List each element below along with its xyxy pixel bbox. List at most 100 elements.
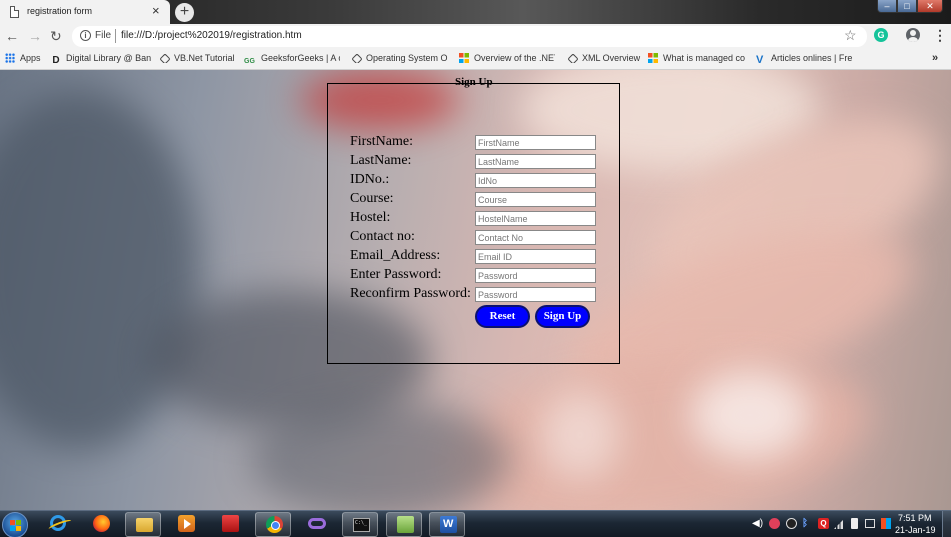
bookmarks-overflow-chevron-icon[interactable]: » (932, 52, 938, 64)
url-input[interactable] (121, 30, 481, 41)
apps-grid-icon (5, 53, 15, 63)
visual-studio-icon (308, 518, 326, 529)
reload-button[interactable]: ↻ (50, 28, 62, 44)
background-image-shape (250, 400, 510, 510)
bookmark-articles-online[interactable]: V Articles onlines | Free (756, 53, 852, 65)
taskbar-media-player[interactable] (168, 512, 204, 537)
bookmark-xml-overview[interactable]: XML Overview (568, 53, 644, 63)
idno-input[interactable] (475, 173, 596, 188)
menu-kebab-icon[interactable]: ⋮ (933, 27, 947, 43)
lastname-input[interactable] (475, 154, 596, 169)
command-prompt-icon (353, 518, 370, 532)
bookmark-star-icon[interactable]: ☆ (844, 27, 857, 44)
tray-q-icon[interactable]: Q (818, 518, 829, 529)
taskbar-command-prompt[interactable] (342, 512, 378, 537)
v-logo-icon: V (756, 54, 764, 66)
background-image-shape (540, 390, 620, 480)
browser-tab[interactable]: registration form × (0, 0, 170, 24)
hostel-label: Hostel: (350, 210, 391, 225)
show-desktop-button[interactable] (942, 511, 951, 537)
bookmark-operating-system[interactable]: Operating System O (352, 53, 452, 63)
clock-time[interactable]: 7:51 PM (898, 513, 932, 523)
windows-taskbar: ◀) ᛒ Q 7:51 PM 21-Jan-19 (0, 510, 951, 537)
taskbar-firefox[interactable] (83, 512, 119, 537)
lastname-label: LastName: (350, 153, 412, 168)
taskbar-file-explorer[interactable] (125, 512, 161, 537)
new-tab-button[interactable]: + (175, 3, 194, 22)
tab-close-icon[interactable]: × (152, 3, 160, 19)
grammarly-extension-icon[interactable]: G (874, 28, 888, 42)
signup-button[interactable]: Sign Up (535, 305, 590, 328)
windows-logo-icon (10, 520, 21, 531)
address-separator (115, 29, 116, 43)
address-bar[interactable]: i File ☆ (72, 26, 867, 47)
firstname-label: FirstName: (350, 134, 413, 149)
os-diamond-icon (352, 53, 363, 63)
bookmark-dotnet-overview[interactable]: Overview of the .NET (459, 53, 555, 63)
internet-explorer-icon (50, 515, 66, 531)
bookmarks-bar: Apps D Digital Library @ Ban VB.Net Tutor… (0, 49, 951, 70)
email-label: Email_Address: (350, 248, 441, 263)
course-label: Course: (350, 191, 394, 206)
xml-diamond-icon (568, 53, 579, 63)
contact-label: Contact no: (350, 229, 415, 244)
clock-date[interactable]: 21-Jan-19 (895, 525, 936, 535)
tray-app-icon[interactable] (769, 518, 780, 529)
window-minimize-button[interactable]: – (877, 0, 897, 13)
reconfirm-password-input[interactable] (475, 287, 596, 302)
action-center-flag-icon[interactable] (881, 518, 891, 529)
taskbar-notepad[interactable] (386, 512, 422, 537)
bookmark-geeksforgeeks[interactable]: GG GeeksforGeeks | A co (244, 53, 340, 65)
d-logo-icon: D (52, 55, 60, 66)
scheme-label: File (95, 30, 112, 41)
firefox-icon (93, 515, 110, 532)
browser-toolbar: ← → ↻ i File ☆ G ⋮ (0, 24, 951, 49)
password-label: Enter Password: (350, 267, 442, 282)
start-button[interactable] (2, 512, 28, 537)
bookmark-vb-net[interactable]: VB.Net Tutorial (160, 53, 238, 63)
document-icon (10, 6, 19, 18)
chrome-icon (266, 516, 283, 533)
page-viewport: Sign Up FirstName: LastName: IDNo.: Cour… (0, 70, 951, 510)
signal-strength-icon[interactable] (834, 518, 845, 529)
taskbar-app[interactable] (212, 512, 248, 537)
idno-label: IDNo.: (350, 172, 390, 187)
taskbar-chrome[interactable] (255, 512, 291, 537)
windows-logo-icon (459, 53, 469, 63)
taskbar-visual-studio[interactable] (298, 512, 334, 537)
email-input[interactable] (475, 249, 596, 264)
speaker-icon[interactable]: ◀) (752, 518, 763, 529)
folder-icon (136, 518, 153, 532)
notepad-icon (397, 516, 414, 533)
tab-strip: registration form × + – □ ✕ (0, 0, 951, 24)
battery-icon[interactable] (851, 518, 858, 529)
signup-fieldset: Sign Up FirstName: LastName: IDNo.: Cour… (327, 76, 620, 364)
network-icon[interactable] (865, 519, 875, 528)
background-image-shape (690, 370, 810, 460)
word-icon (440, 516, 457, 533)
password-input[interactable] (475, 268, 596, 283)
bookmark-digital-library[interactable]: D Digital Library @ Ban (51, 53, 151, 66)
windows-logo-icon (648, 53, 658, 63)
tab-title: registration form (27, 6, 93, 16)
vb-diamond-icon (160, 53, 171, 63)
firstname-input[interactable] (475, 135, 596, 150)
contact-input[interactable] (475, 230, 596, 245)
window-close-button[interactable]: ✕ (917, 0, 943, 13)
signup-legend: Sign Up (455, 76, 493, 88)
window-maximize-button[interactable]: □ (897, 0, 917, 13)
forward-button[interactable]: → (28, 28, 42, 44)
reset-button[interactable]: Reset (475, 305, 530, 328)
bluetooth-icon[interactable]: ᛒ (802, 518, 813, 529)
back-button[interactable]: ← (5, 28, 19, 44)
taskbar-word[interactable] (429, 512, 465, 537)
gfg-icon: GG (244, 58, 255, 65)
course-input[interactable] (475, 192, 596, 207)
tray-app-icon[interactable] (786, 518, 797, 529)
profile-avatar-icon[interactable] (906, 28, 920, 42)
bookmark-apps[interactable]: Apps (5, 53, 45, 63)
bookmark-managed-code[interactable]: What is managed co (648, 53, 746, 63)
taskbar-internet-explorer[interactable] (40, 512, 76, 537)
info-icon[interactable]: i (80, 30, 91, 41)
hostel-input[interactable] (475, 211, 596, 226)
